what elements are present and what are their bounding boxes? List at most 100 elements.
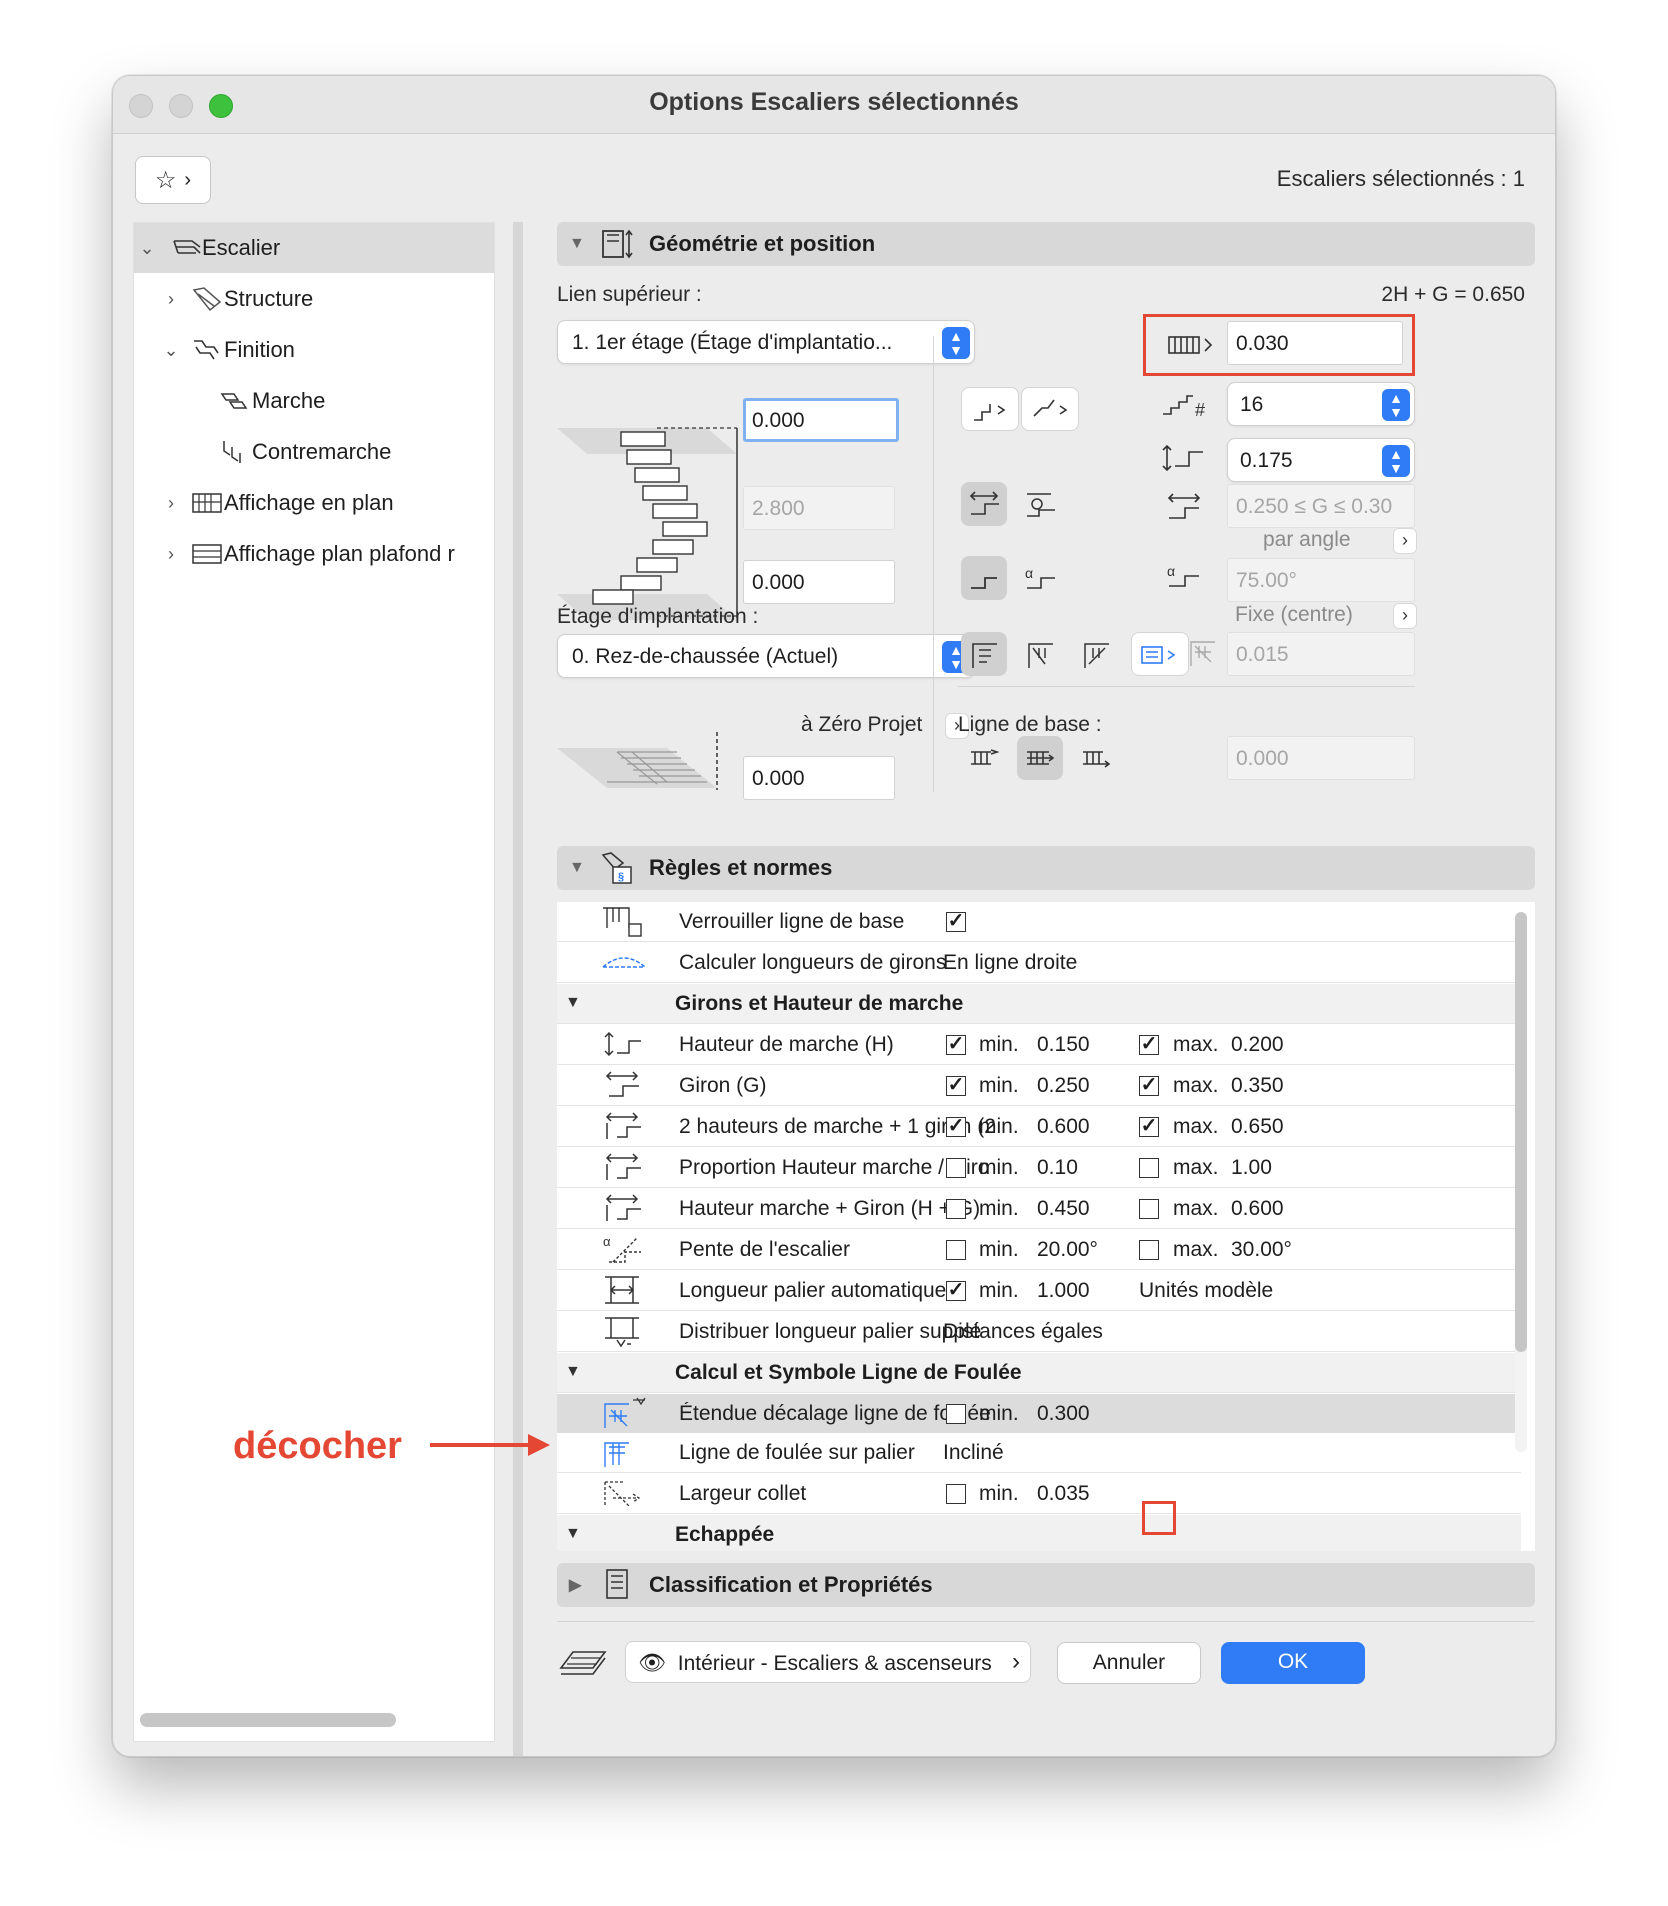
max-value[interactable]: 0.650 — [1231, 1115, 1284, 1139]
section-geometry-header[interactable]: ▼ Géométrie et position — [557, 222, 1535, 266]
table-group-row[interactable]: ▼ Girons et Hauteur de marche — [557, 984, 1521, 1024]
tree-item-structure[interactable]: › Structure — [134, 274, 494, 324]
min-value[interactable]: 0.035 — [1037, 1482, 1090, 1506]
tree-item-plan-plafond[interactable]: › Affichage plan plafond r — [134, 529, 494, 579]
tread-depth-mode-button[interactable] — [961, 482, 1007, 526]
max-checkbox[interactable]: ✓ — [1139, 1075, 1159, 1096]
cancel-button[interactable]: Annuler — [1057, 1642, 1201, 1684]
top-offset-input[interactable]: 0.000 — [743, 398, 899, 442]
stair-type-button[interactable] — [961, 387, 1019, 431]
scrollbar-thumb[interactable] — [1515, 912, 1527, 1352]
panel-splitter[interactable] — [513, 222, 523, 1756]
chevron-down-icon[interactable]: ⌄ — [162, 340, 180, 361]
fixe-centre-chevron-button[interactable]: › — [1393, 603, 1417, 629]
min-value[interactable]: 0.250 — [1037, 1074, 1090, 1098]
table-row[interactable]: Longueur palier automatique ✓ min. 1.000… — [557, 1271, 1521, 1311]
max-checkbox[interactable] — [1139, 1158, 1159, 1178]
bottom-offset-input[interactable]: 0.000 — [743, 560, 895, 604]
min-value[interactable]: 0.10 — [1037, 1156, 1078, 1180]
tree-item-escalier[interactable]: ⌄ Escalier — [134, 223, 494, 273]
table-row[interactable]: Verrouiller ligne de base ✓ — [557, 902, 1521, 942]
horizontal-scrollbar[interactable] — [140, 1713, 396, 1727]
chevron-right-icon[interactable]: › — [162, 493, 180, 514]
table-row[interactable]: Giron (G) ✓ min. 0.250 ✓ max. 0.350 — [557, 1066, 1521, 1106]
walkline-center-button[interactable] — [961, 632, 1007, 676]
table-row[interactable]: Largeur collet min. 0.035 — [557, 1474, 1521, 1514]
max-value[interactable]: 0.350 — [1231, 1074, 1284, 1098]
tree-item-contremarche[interactable]: Contremarche — [134, 427, 494, 477]
min-value[interactable]: 0.300 — [1037, 1402, 1090, 1426]
walkline-left-button[interactable] — [1017, 632, 1063, 676]
table-row[interactable]: Hauteur marche + Giron (H + G) min. 0.45… — [557, 1189, 1521, 1229]
row-value[interactable]: Distances égales — [943, 1320, 1103, 1344]
max-value[interactable]: 0.200 — [1231, 1033, 1284, 1057]
lock-baseline-checkbox[interactable]: ✓ — [946, 911, 966, 932]
units-value[interactable]: Unités modèle — [1139, 1279, 1273, 1303]
slope-mode-button[interactable] — [961, 556, 1007, 600]
table-row[interactable]: Distribuer longueur palier supplé Distan… — [557, 1312, 1521, 1352]
walkline-offset-input[interactable]: 0.015 — [1227, 632, 1415, 676]
baseline-right-button[interactable] — [1073, 736, 1119, 780]
favorites-button[interactable]: ☆ › — [135, 156, 211, 204]
walkline-right-button[interactable] — [1073, 632, 1119, 676]
table-row[interactable]: Calculer longueurs de girons En ligne dr… — [557, 943, 1521, 983]
chevron-right-icon[interactable]: › — [162, 289, 180, 310]
min-value[interactable]: 0.150 — [1037, 1033, 1090, 1057]
etage-select[interactable]: 0. Rez-de-chaussée (Actuel) ▲ ▼ — [557, 634, 975, 678]
min-checkbox[interactable] — [946, 1199, 966, 1219]
min-value[interactable]: 1.000 — [1037, 1279, 1090, 1303]
table-row[interactable]: Hauteur de marche (H) ✓ min. 0.150 ✓ max… — [557, 1025, 1521, 1065]
stair-shape-button[interactable] — [1021, 387, 1079, 431]
min-checkbox[interactable]: ✓ — [946, 1075, 966, 1096]
baseline-left-button[interactable] — [961, 736, 1007, 780]
tread-lock-mode-button[interactable] — [1017, 482, 1063, 526]
walkline-options-button[interactable] — [1131, 632, 1189, 676]
zero-projet-input[interactable]: 0.000 — [743, 756, 895, 800]
min-checkbox[interactable]: ✓ — [946, 1280, 966, 1301]
par-angle-chevron-button[interactable]: › — [1393, 528, 1417, 554]
tree-item-affichage-plan[interactable]: › Affichage en plan — [134, 478, 494, 528]
tree-item-marche[interactable]: Marche — [134, 376, 494, 426]
table-group-row[interactable]: ▼ Echappée — [557, 1515, 1521, 1551]
baseline-center-button[interactable] — [1017, 736, 1063, 780]
riser-height-select[interactable]: 0.175 ▲ ▼ — [1227, 438, 1415, 482]
table-row[interactable]: α Pente de l'escalier min. 20.00° max. 3… — [557, 1230, 1521, 1270]
tree-item-finition[interactable]: ⌄ Finition — [134, 325, 494, 375]
table-row[interactable]: Ligne de foulée sur palier Incliné — [557, 1433, 1521, 1473]
riser-count-select[interactable]: 16 ▲ ▼ — [1227, 382, 1415, 426]
min-value[interactable]: 0.600 — [1037, 1115, 1090, 1139]
min-checkbox[interactable]: ✓ — [946, 1034, 966, 1055]
chevron-down-icon[interactable]: ⌄ — [138, 238, 156, 259]
max-checkbox[interactable] — [1139, 1240, 1159, 1260]
lien-superieur-select[interactable]: 1. 1er étage (Étage d'implantatio... ▲ ▼ — [557, 320, 975, 364]
row-value[interactable]: En ligne droite — [943, 951, 1077, 975]
walkline-offset-checkbox[interactable] — [946, 1404, 966, 1424]
section-classification-header[interactable]: ▶ Classification et Propriétés — [557, 1563, 1535, 1607]
stair-height-input[interactable]: 2.800 — [743, 486, 895, 530]
max-checkbox[interactable] — [1139, 1199, 1159, 1219]
min-value[interactable]: 20.00° — [1037, 1238, 1098, 1262]
max-value[interactable]: 30.00° — [1231, 1238, 1292, 1262]
favorite-preset-button[interactable]: 👁 Intérieur - Escaliers & ascenseurs › — [625, 1641, 1031, 1683]
angle-mode-button[interactable]: α — [1017, 556, 1063, 600]
row-value[interactable]: Incliné — [943, 1441, 1004, 1465]
chevron-right-icon[interactable]: › — [162, 544, 180, 565]
table-row-selected[interactable]: Étendue décalage ligne de foulée min. 0.… — [557, 1394, 1521, 1434]
max-checkbox[interactable]: ✓ — [1139, 1034, 1159, 1055]
min-value[interactable]: 0.450 — [1037, 1197, 1090, 1221]
max-checkbox[interactable]: ✓ — [1139, 1116, 1159, 1137]
min-checkbox[interactable] — [946, 1240, 966, 1260]
angle-input[interactable]: 75.00° — [1227, 558, 1415, 602]
table-row[interactable]: 2 hauteurs de marche + 1 giron (2 ✓ min.… — [557, 1107, 1521, 1147]
section-rules-header[interactable]: ▼ § Règles et normes — [557, 846, 1535, 890]
max-value[interactable]: 0.600 — [1231, 1197, 1284, 1221]
baseline-offset-input[interactable]: 0.000 — [1227, 736, 1415, 780]
table-group-row[interactable]: ▼ Calcul et Symbole Ligne de Foulée — [557, 1353, 1521, 1393]
min-checkbox[interactable]: ✓ — [946, 1116, 966, 1137]
ok-button[interactable]: OK — [1221, 1642, 1365, 1684]
vertical-scrollbar[interactable] — [1515, 912, 1527, 1452]
table-row[interactable]: Proportion Hauteur marche / Giro min. 0.… — [557, 1148, 1521, 1188]
tread-range-input[interactable]: 0.250 ≤ G ≤ 0.30 — [1227, 484, 1415, 528]
min-checkbox[interactable] — [946, 1484, 966, 1504]
min-checkbox[interactable] — [946, 1158, 966, 1178]
